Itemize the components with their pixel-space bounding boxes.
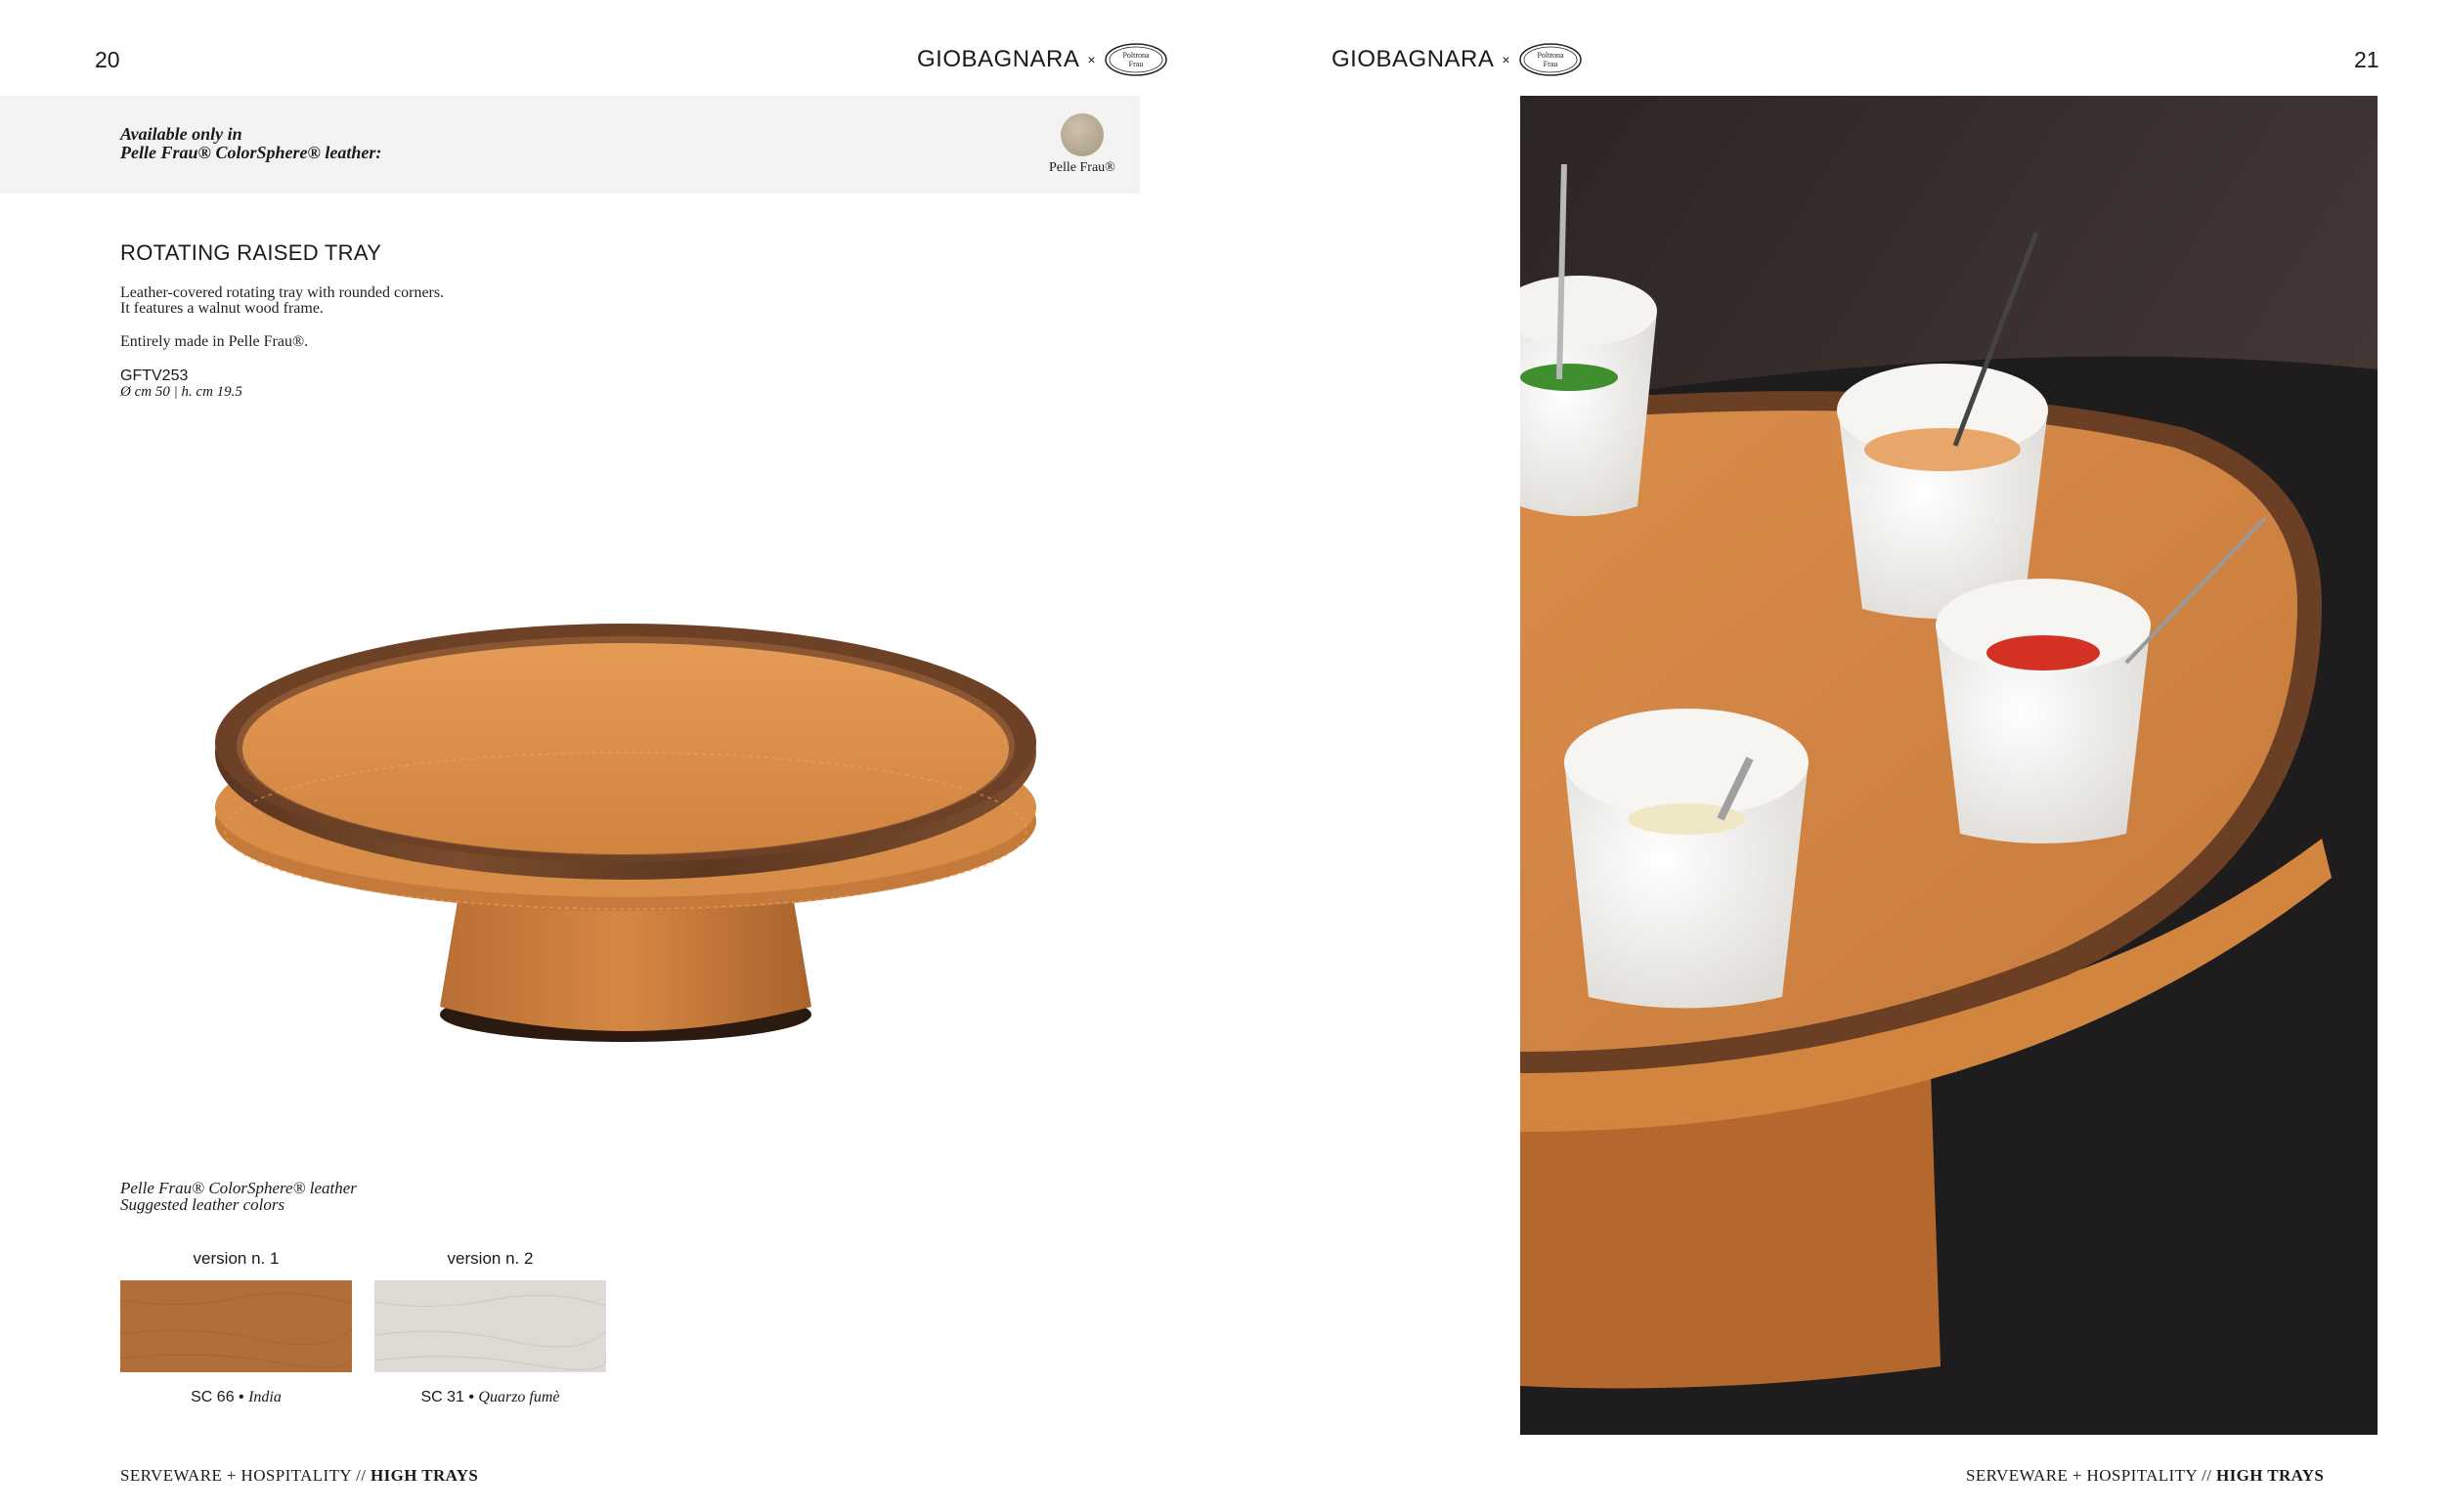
colors-caption-line-1: Pelle Frau® ColorSphere® leather (120, 1179, 357, 1197)
brand-separator: × (1087, 52, 1096, 67)
rotating-tray-image (215, 624, 1036, 1042)
footer-category: HIGH TRAYS (370, 1466, 479, 1485)
version-label: version n. 2 (447, 1249, 534, 1268)
cup-mayonnaise (1564, 709, 1809, 1009)
tray-lifestyle-photo (1520, 96, 2378, 1435)
color-version-2: version n. 2 SC 31 • Quarzo fumè (373, 1249, 607, 1406)
poltrona-frau-logo-icon: Poltrona Frau (1104, 43, 1167, 76)
logo-text-1: Poltrona (1122, 51, 1150, 60)
colors-caption-line-2: Suggested leather colors (120, 1195, 285, 1214)
page-number-left: 20 (95, 47, 120, 72)
leather-code-name: Quarzo fumè (478, 1389, 560, 1405)
leather-code: SC 31 • Quarzo fumè (374, 1389, 606, 1406)
footer-section: SERVEWARE + HOSPITALITY // (1966, 1466, 2212, 1485)
footer-category: HIGH TRAYS (2215, 1466, 2325, 1485)
availability-text: Available only in Pelle Frau® ColorSpher… (120, 125, 381, 162)
logo-text-2: Frau (1543, 60, 1557, 68)
color-version-1: version n. 1 SC 66 • India (119, 1249, 353, 1406)
version-label: version n. 1 (193, 1249, 280, 1268)
availability-line-2: Pelle Frau® ColorSphere® leather: (120, 143, 382, 162)
availability-line-1: Available only in (120, 124, 242, 144)
description-line-1: Leather-covered rotating tray with round… (120, 284, 445, 301)
page-number-right: 21 (2354, 47, 2379, 72)
product-code: GFTV253 (120, 367, 189, 384)
poltrona-frau-logo-icon: Poltrona Frau (1518, 43, 1582, 76)
swatch-label: Pelle Frau® (1049, 160, 1115, 175)
logo-text-2: Frau (1128, 60, 1143, 68)
brand-name: GIOBAGNARA (917, 46, 1080, 72)
leather-code-number: SC 66 • (191, 1389, 244, 1405)
leather-code: SC 66 • India (120, 1389, 352, 1406)
brand-header-right: GIOBAGNARA × Poltrona Frau (1331, 41, 1583, 78)
brand-separator: × (1502, 52, 1510, 67)
availability-band: Available only in Pelle Frau® ColorSpher… (0, 96, 1140, 194)
footer-left: SERVEWARE + HOSPITALITY // HIGH TRAYS (120, 1466, 478, 1486)
pelle-frau-swatch (1061, 113, 1104, 156)
logo-text-1: Poltrona (1537, 51, 1564, 60)
leather-code-name: India (248, 1389, 282, 1405)
description-line-2: It features a walnut wood frame. (120, 300, 324, 317)
footer-section: SERVEWARE + HOSPITALITY // (120, 1466, 367, 1485)
brand-name: GIOBAGNARA (1331, 46, 1495, 72)
product-description: Leather-covered rotating tray with round… (120, 285, 444, 367)
leather-code-number: SC 31 • (420, 1389, 474, 1405)
leather-swatch-india (119, 1280, 353, 1372)
material-note: Entirely made in Pelle Frau®. (120, 333, 309, 350)
brand-header-left: GIOBAGNARA × Poltrona Frau (917, 41, 1168, 78)
product-title: ROTATING RAISED TRAY (120, 240, 382, 265)
leather-swatch-quarzo-fume (373, 1280, 607, 1372)
footer-right: SERVEWARE + HOSPITALITY // HIGH TRAYS (1966, 1466, 2324, 1486)
product-dimensions: Ø cm 50 | h. cm 19.5 (120, 384, 242, 400)
colors-caption: Pelle Frau® ColorSphere® leather Suggest… (120, 1180, 357, 1213)
